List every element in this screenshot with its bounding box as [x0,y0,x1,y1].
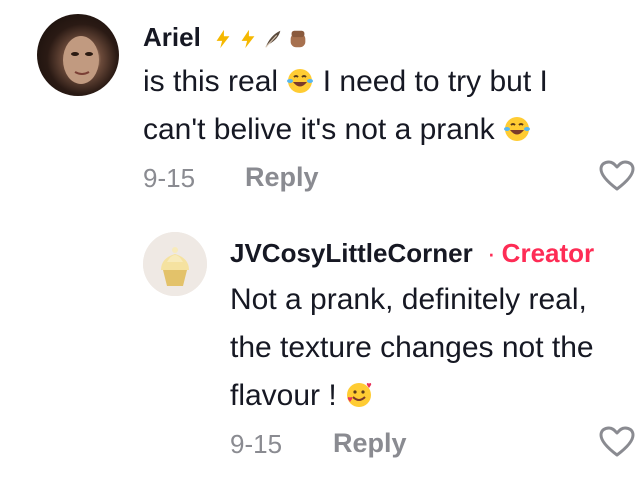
creator-label: Creator [501,238,595,268]
separator-dot: · [487,238,496,268]
avatar-ariel[interactable] [37,14,119,96]
reply-author-name[interactable]: JVCosyLittleCorner [230,238,473,269]
author-name-text: Ariel [143,22,201,52]
reply-to-reply-button[interactable]: Reply [333,428,407,459]
comment-author-name[interactable]: Ariel [143,22,309,53]
comment-text-line-2: can't belive it's not a prank [143,106,531,154]
laughing-tears-emoji-icon [504,117,530,141]
reply-text-segment: flavour ! [230,379,337,412]
feather-emoji-icon [265,30,281,48]
reply-text-line-2: the texture changes not the [230,331,594,364]
smiling-face-with-hearts-emoji-icon [347,383,372,407]
comment-text-segment: is this real [143,65,279,98]
like-heart-icon[interactable] [599,160,635,192]
comment-text-line-1: is this real I need to try but I [143,58,548,106]
reply-text-line-3: flavour ! [230,372,373,420]
avatar-jvcosylittlecorner[interactable] [143,232,207,296]
fist-emoji-icon [290,30,306,48]
like-heart-icon[interactable] [599,426,635,458]
lightning-emoji-icon [216,29,230,49]
lightning-emoji-icon [241,29,255,49]
comment-text-segment: can't belive it's not a prank [143,113,495,146]
comment-date: 9-15 [143,163,196,193]
comment-text-segment: I need to try but I [322,65,548,98]
laughing-tears-emoji-icon [287,69,314,93]
reply-button[interactable]: Reply [245,162,319,193]
reply-date: 9-15 [230,429,283,459]
reply-text-line-1: Not a prank, definitely real, [230,283,587,316]
creator-badge: · Creator [487,238,594,269]
author-badge-emojis [212,28,309,50]
